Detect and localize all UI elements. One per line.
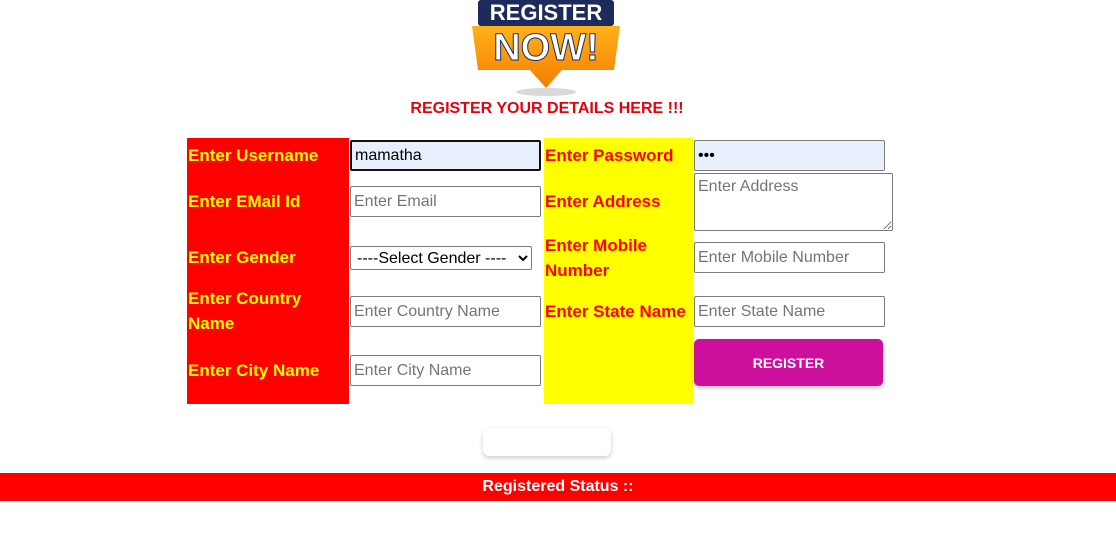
label-city: Enter City Name <box>188 361 320 380</box>
mobile-input[interactable] <box>694 242 885 273</box>
label-gender: Enter Gender <box>188 248 296 267</box>
email-input[interactable] <box>350 186 541 217</box>
label-username: Enter Username <box>188 146 319 165</box>
label-mobile: Enter Mobile Number <box>545 236 648 280</box>
state-input[interactable] <box>694 296 885 327</box>
page-heading: REGISTER YOUR DETAILS HERE !!! <box>410 100 684 117</box>
label-state: Enter State Name <box>545 302 686 321</box>
logo-line2: NOW! <box>493 27 599 69</box>
registered-status-label: Registered Status :: <box>482 478 634 495</box>
city-input[interactable] <box>350 355 541 386</box>
password-input[interactable] <box>694 140 885 171</box>
label-password: Enter Password <box>545 146 674 165</box>
label-column-left: Enter Username Enter EMail Id Enter Gend… <box>187 138 349 404</box>
label-email: Enter EMail Id <box>188 192 301 211</box>
logo-line1: REGISTER <box>490 0 603 25</box>
country-input[interactable] <box>350 296 541 327</box>
label-address: Enter Address <box>545 192 661 211</box>
register-now-logo: REGISTER NOW! <box>472 0 620 96</box>
address-textarea[interactable] <box>694 173 893 231</box>
registered-status-bar: Registered Status :: <box>0 473 1116 501</box>
label-country: Enter Country Name <box>188 289 302 333</box>
register-button[interactable]: REGISTER <box>694 339 883 386</box>
username-input[interactable] <box>350 140 541 171</box>
label-column-right: Enter Password Enter Address Enter Mobil… <box>544 138 693 404</box>
gender-select[interactable]: ----Select Gender ---- <box>350 246 532 270</box>
empty-result-box <box>483 428 611 456</box>
